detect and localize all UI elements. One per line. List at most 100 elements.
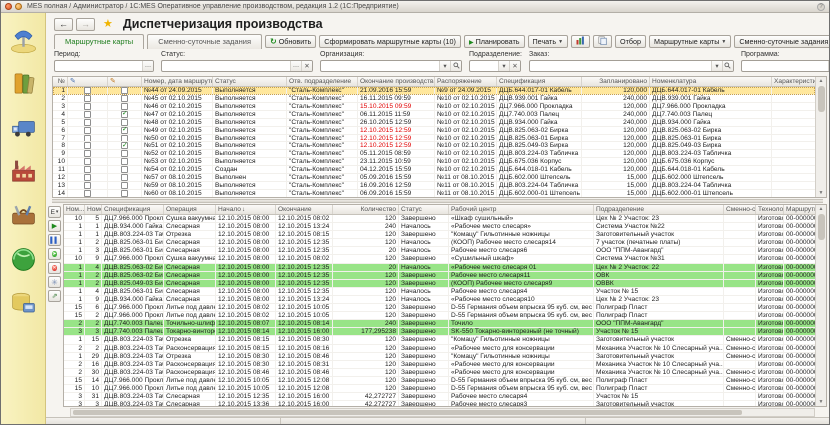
table-row[interactable]: 331ДЦВ.803.224-03 ТабличкаСлесарная12.10…: [64, 393, 815, 401]
execute-menu-button[interactable]: Е▾: [48, 206, 61, 218]
row-checkbox[interactable]: [84, 142, 91, 149]
row-checkbox[interactable]: [121, 95, 128, 102]
row-checkbox[interactable]: [84, 87, 91, 94]
generate-route-cards-button[interactable]: Сформировать маршрутные карты (10): [319, 35, 461, 48]
back-button[interactable]: ←: [54, 18, 73, 31]
table-row[interactable]: 12№57 от 08.10.2015Выполнен"Сталь-Компле…: [53, 174, 815, 182]
magnifier-icon[interactable]: [722, 61, 733, 71]
magnifier-icon[interactable]: [450, 61, 461, 71]
logistics-truck-icon[interactable]: [9, 113, 38, 142]
row-checkbox[interactable]: [121, 182, 128, 189]
ellipsis-button[interactable]: …: [290, 61, 301, 71]
clear-icon[interactable]: ✕: [509, 61, 520, 71]
tab-route-cards[interactable]: Маршрутные карты: [54, 34, 144, 49]
column-header-dept[interactable]: Подразделение: [594, 205, 724, 214]
row-checkbox[interactable]: [121, 150, 128, 157]
row-checkbox[interactable]: [121, 174, 128, 181]
organization-filter-input[interactable]: ▾: [320, 60, 462, 72]
column-header-qty[interactable]: Запланировано: [582, 77, 650, 86]
help-button[interactable]: ?: [817, 3, 825, 11]
upper-vertical-scrollbar[interactable]: ▲ ▼: [815, 77, 826, 197]
column-header-qty[interactable]: Количество: [333, 205, 399, 214]
table-row[interactable]: 105ДЦ7.966.000 ПрокладкаСушка вакуумная1…: [64, 215, 815, 223]
table-row[interactable]: 216ДЦВ.803.224-03 ТабличкаРасконсервация…: [64, 361, 815, 369]
panes-splitter[interactable]: [52, 199, 823, 203]
row-checkbox[interactable]: [84, 119, 91, 126]
column-header-spec[interactable]: Спецификация: [102, 205, 164, 214]
forward-button[interactable]: →: [76, 18, 95, 31]
table-row[interactable]: 22ДЦ7.740.003 ПалецТочильно-шлифовальная…: [64, 320, 815, 328]
row-checkbox[interactable]: [121, 127, 128, 134]
table-row[interactable]: 14№60 от 08.10.2015Выполняется"Сталь-Ком…: [53, 190, 815, 197]
table-row[interactable]: 11№54 от 02.10.2015Создан"Сталь-Комплекс…: [53, 166, 815, 174]
row-checkbox[interactable]: [121, 158, 128, 165]
chevron-down-icon[interactable]: ▾: [498, 61, 509, 71]
order-filter-input[interactable]: ▾: [529, 60, 734, 72]
table-row[interactable]: 11ДЦВ.803.224-03 ТабличкаОтрезка12.10.20…: [64, 231, 815, 239]
documents-books-icon[interactable]: [9, 69, 38, 98]
column-header-shift[interactable]: Сменно-сут...: [724, 205, 756, 214]
table-row[interactable]: 4№47 от 02.10.2015Выполняется"Сталь-Комп…: [53, 111, 815, 119]
row-checkbox[interactable]: [121, 190, 128, 197]
production-factory-icon[interactable]: [9, 157, 38, 186]
column-header-n[interactable]: Ном...: [64, 205, 85, 214]
open-document-button[interactable]: ⇗: [48, 290, 61, 302]
row-checkbox[interactable]: [121, 87, 128, 94]
table-row[interactable]: 115ДЦВ.803.224-03 ТабличкаОтрезка12.10.2…: [64, 336, 815, 344]
column-header-nomen[interactable]: Номенклатура: [650, 77, 772, 86]
row-checkbox[interactable]: [84, 135, 91, 142]
row-checkbox[interactable]: [84, 158, 91, 165]
table-row[interactable]: 3№46 от 02.10.2015Выполняется"Сталь-Комп…: [53, 103, 815, 111]
row-checkbox[interactable]: [84, 127, 91, 134]
column-header-c2[interactable]: ✎: [108, 77, 142, 86]
route-cards-menu-button[interactable]: Маршрутные карты▼: [649, 35, 731, 48]
row-checkbox[interactable]: [84, 111, 91, 118]
table-row[interactable]: 12ДЦВ.825.049-03 БиркаСлесарная12.10.201…: [64, 280, 815, 288]
scroll-down-icon[interactable]: ▼: [819, 398, 824, 406]
table-row[interactable]: 129ДЦВ.803.224-03 ТабличкаОтрезка12.10.2…: [64, 353, 815, 361]
column-header-start[interactable]: Начало↓: [216, 205, 276, 214]
column-header-char[interactable]: Характеристика: [772, 77, 815, 86]
column-header-n[interactable]: №: [53, 77, 68, 86]
start-operation-button[interactable]: ▶: [48, 220, 61, 232]
table-row[interactable]: 13№59 от 08.10.2015Выполняется"Сталь-Ком…: [53, 182, 815, 190]
table-row[interactable]: 7№50 от 02.10.2015Выполняется"Сталь-Комп…: [53, 135, 815, 143]
table-row[interactable]: 1№44 от 24.09.2015Выполняется"Сталь-Комп…: [53, 87, 815, 95]
table-row[interactable]: 109ДЦ7.966.000 ПрокладкаСушка вакуумная1…: [64, 255, 815, 263]
table-row[interactable]: 1510ДЦ7.966.000 ПрокладкаЛитье под давле…: [64, 385, 815, 393]
lower-vertical-scrollbar[interactable]: ▲ ▼: [815, 205, 826, 406]
window-close-button[interactable]: [5, 3, 12, 10]
row-checkbox[interactable]: [121, 166, 128, 173]
column-header-op[interactable]: Номер оп...: [85, 205, 102, 214]
table-row[interactable]: 12ДЦВ.825.063-02 БиркаСлесарная12.10.201…: [64, 272, 815, 280]
upper-scroll-thumb[interactable]: [818, 86, 825, 112]
table-row[interactable]: 33ДЦ7.740.003 ПалецТокарно-винторезная12…: [64, 328, 815, 336]
table-row[interactable]: 152ДЦ7.966.000 ПрокладкаЛитье под давлен…: [64, 312, 815, 320]
data-database-icon[interactable]: [9, 289, 38, 318]
table-row[interactable]: 22ДЦВ.803.224-03 ТабличкаРасконсервация1…: [64, 345, 815, 353]
horizontal-scrollbar[interactable]: [70, 408, 815, 417]
row-checkbox[interactable]: [121, 135, 128, 142]
scroll-up-icon[interactable]: ▲: [819, 205, 824, 213]
table-row[interactable]: 156ДЦ7.966.000 ПрокладкаЛитье под давлен…: [64, 304, 815, 312]
column-header-dept[interactable]: Отв. подразделение: [287, 77, 358, 86]
row-checkbox[interactable]: [84, 95, 91, 102]
column-header-end[interactable]: Окончание: [276, 205, 333, 214]
row-checkbox[interactable]: [84, 150, 91, 157]
pause-operation-button[interactable]: ▌▌: [48, 234, 61, 246]
shift-daily-tasks-menu-button[interactable]: Сменно-суточные задания▼: [734, 35, 830, 48]
scroll-up-icon[interactable]: ▲: [819, 77, 824, 85]
row-checkbox[interactable]: [121, 119, 128, 126]
table-row[interactable]: 11ДЦВ.934.000 ГайкаСлесарная12.10.2015 0…: [64, 223, 815, 231]
resume-operation-button[interactable]: ➤: [48, 248, 61, 260]
column-header-card[interactable]: Маршрутная ка...: [784, 205, 815, 214]
chevron-down-icon[interactable]: ▾: [439, 61, 450, 71]
row-checkbox[interactable]: [84, 182, 91, 189]
filter-button[interactable]: Отбор: [615, 35, 646, 48]
tools-toolbox-icon[interactable]: [9, 201, 38, 230]
department-filter-input[interactable]: ▾✕: [469, 60, 521, 72]
table-row[interactable]: 6№49 от 02.10.2015Выполняется"Сталь-Комп…: [53, 127, 815, 135]
lower-scroll-thumb[interactable]: [818, 214, 825, 240]
column-header-spec[interactable]: Спецификация: [497, 77, 582, 86]
row-checkbox[interactable]: [84, 190, 91, 197]
